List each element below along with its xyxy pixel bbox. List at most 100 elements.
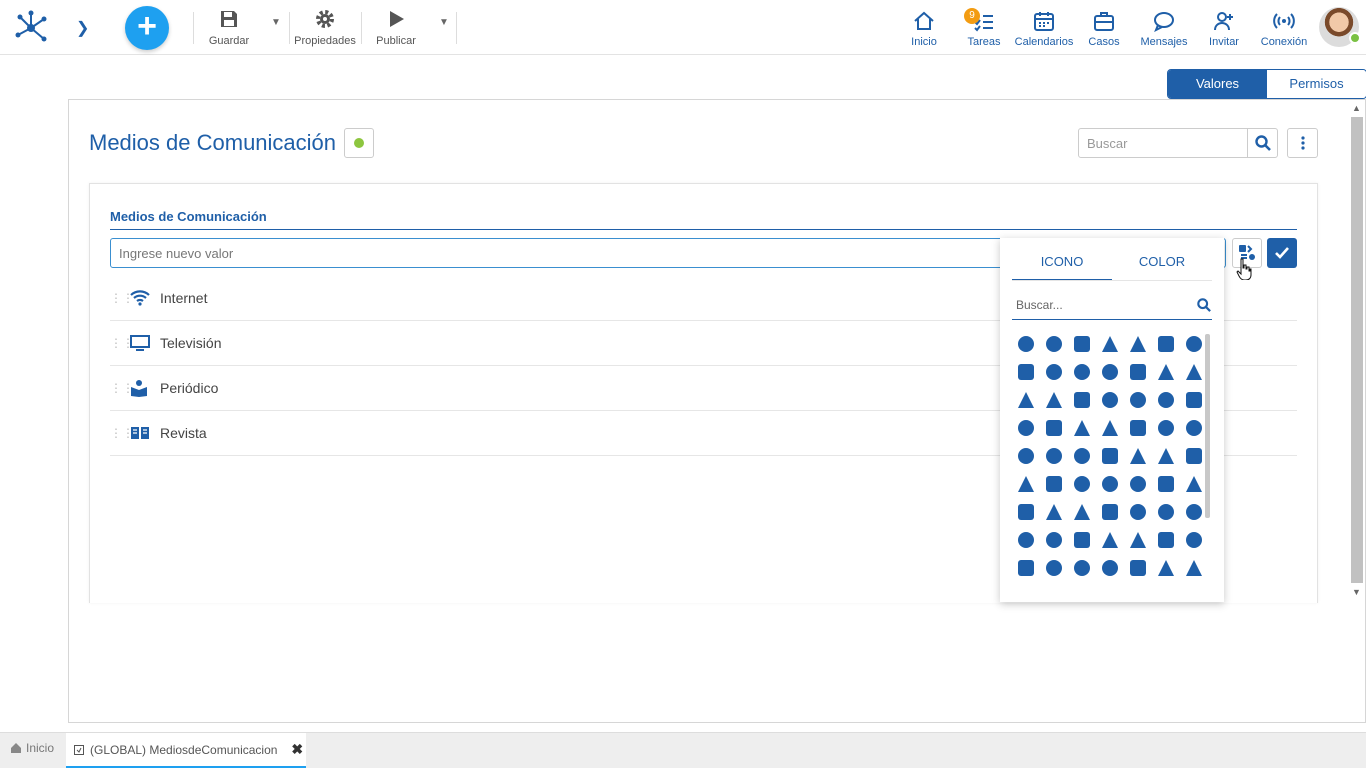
icon-option[interactable]: [1040, 414, 1068, 442]
icon-option[interactable]: [1180, 554, 1208, 582]
scroll-thumb[interactable]: [1351, 117, 1363, 583]
icon-option[interactable]: [1124, 386, 1152, 414]
icon-option[interactable]: [1096, 498, 1124, 526]
icon-option[interactable]: [1152, 442, 1180, 470]
save-options-chevron-down-icon[interactable]: ▼: [271, 17, 281, 28]
icon-option[interactable]: [1124, 442, 1152, 470]
icon-option[interactable]: [1012, 414, 1040, 442]
icon-option[interactable]: [1040, 554, 1068, 582]
drag-handle-icon[interactable]: ⋮⋮: [110, 426, 134, 440]
icon-option[interactable]: [1124, 358, 1152, 386]
nav-home[interactable]: Inicio: [906, 10, 942, 48]
icon-option[interactable]: [1152, 526, 1180, 554]
icon-option[interactable]: [1012, 554, 1040, 582]
save-button[interactable]: Guardar: [208, 8, 250, 47]
icon-option[interactable]: [1068, 414, 1096, 442]
icon-option[interactable]: [1124, 554, 1152, 582]
icon-option[interactable]: [1152, 358, 1180, 386]
nav-connection[interactable]: Conexión: [1258, 10, 1310, 48]
nav-messages[interactable]: Mensajes: [1138, 10, 1190, 48]
icon-option[interactable]: [1068, 358, 1096, 386]
icon-option[interactable]: [1096, 330, 1124, 358]
icon-option[interactable]: [1152, 470, 1180, 498]
main-scrollbar[interactable]: ▲ ▼: [1350, 101, 1364, 602]
icon-option[interactable]: [1012, 470, 1040, 498]
icon-option[interactable]: [1180, 526, 1208, 554]
icon-option[interactable]: [1180, 330, 1208, 358]
close-tab-icon[interactable]: ✖: [291, 741, 303, 758]
icon-option[interactable]: [1040, 526, 1068, 554]
icon-option[interactable]: [1068, 554, 1096, 582]
icon-option[interactable]: [1040, 442, 1068, 470]
app-logo-icon[interactable]: [14, 9, 48, 43]
properties-button[interactable]: Propiedades: [294, 8, 356, 47]
icon-option[interactable]: [1096, 526, 1124, 554]
nav-cases[interactable]: Casos: [1086, 10, 1122, 48]
icon-option[interactable]: [1096, 442, 1124, 470]
icon-option[interactable]: [1152, 554, 1180, 582]
picker-search-input[interactable]: Buscar...: [1012, 296, 1212, 320]
icon-option[interactable]: [1096, 554, 1124, 582]
icon-option[interactable]: [1180, 498, 1208, 526]
icon-option[interactable]: [1096, 414, 1124, 442]
drag-handle-icon[interactable]: ⋮⋮: [110, 336, 134, 350]
icon-option[interactable]: [1068, 442, 1096, 470]
icon-option[interactable]: [1012, 358, 1040, 386]
icon-option[interactable]: [1180, 442, 1208, 470]
icon-option[interactable]: [1068, 330, 1096, 358]
icon-option[interactable]: [1096, 386, 1124, 414]
icon-option[interactable]: [1152, 386, 1180, 414]
nav-tasks[interactable]: 9 Tareas: [964, 8, 1004, 48]
icon-option[interactable]: [1124, 414, 1152, 442]
icon-option[interactable]: [1180, 386, 1208, 414]
icon-option[interactable]: [1040, 498, 1068, 526]
nav-calendars[interactable]: Calendarios: [1014, 10, 1074, 48]
icon-option[interactable]: [1068, 470, 1096, 498]
icon-option[interactable]: [1068, 498, 1096, 526]
status-button[interactable]: [344, 128, 374, 158]
search-input[interactable]: Buscar: [1078, 128, 1248, 158]
picker-scrollbar[interactable]: [1205, 334, 1210, 518]
tab-color[interactable]: COLOR: [1112, 254, 1212, 281]
drag-handle-icon[interactable]: ⋮⋮: [110, 381, 134, 395]
icon-option[interactable]: [1040, 330, 1068, 358]
bottom-tab-home[interactable]: Inicio: [10, 741, 54, 755]
icon-option[interactable]: [1096, 358, 1124, 386]
icon-option[interactable]: [1124, 498, 1152, 526]
scroll-up-arrow-icon[interactable]: ▲: [1352, 103, 1361, 113]
icon-option[interactable]: [1012, 526, 1040, 554]
tab-icon[interactable]: ICONO: [1012, 254, 1112, 281]
icon-option[interactable]: [1040, 358, 1068, 386]
publish-options-chevron-down-icon[interactable]: ▼: [439, 17, 449, 28]
icon-option[interactable]: [1124, 330, 1152, 358]
confirm-button[interactable]: [1267, 238, 1297, 268]
icon-option[interactable]: [1180, 358, 1208, 386]
icon-option[interactable]: [1152, 498, 1180, 526]
icon-option[interactable]: [1040, 386, 1068, 414]
bottom-tab-document[interactable]: (GLOBAL) MediosdeComunicacion ✖: [66, 733, 306, 768]
icon-option[interactable]: [1040, 470, 1068, 498]
icon-option[interactable]: [1012, 330, 1040, 358]
scroll-down-arrow-icon[interactable]: ▼: [1352, 587, 1361, 597]
icon-option[interactable]: [1012, 442, 1040, 470]
icon-option[interactable]: [1096, 470, 1124, 498]
drag-handle-icon[interactable]: ⋮⋮: [110, 291, 134, 305]
icon-option[interactable]: [1180, 414, 1208, 442]
tab-values[interactable]: Valores: [1168, 70, 1267, 98]
more-options-button[interactable]: [1287, 128, 1318, 158]
icon-option[interactable]: [1012, 386, 1040, 414]
expand-menu-chevron-right-icon[interactable]: ❯: [76, 18, 89, 38]
search-button[interactable]: [1247, 128, 1278, 158]
publish-button[interactable]: Publicar: [374, 8, 418, 47]
icon-option[interactable]: [1152, 414, 1180, 442]
icon-option[interactable]: [1012, 498, 1040, 526]
icon-option[interactable]: [1068, 526, 1096, 554]
icon-option[interactable]: [1124, 526, 1152, 554]
icon-option[interactable]: [1068, 386, 1096, 414]
tab-permissions[interactable]: Permisos: [1267, 70, 1366, 98]
add-button[interactable]: +: [125, 6, 169, 50]
icon-option[interactable]: [1124, 470, 1152, 498]
search-icon[interactable]: [1197, 298, 1211, 312]
icon-option[interactable]: [1152, 330, 1180, 358]
nav-invite[interactable]: Invitar: [1204, 10, 1244, 48]
